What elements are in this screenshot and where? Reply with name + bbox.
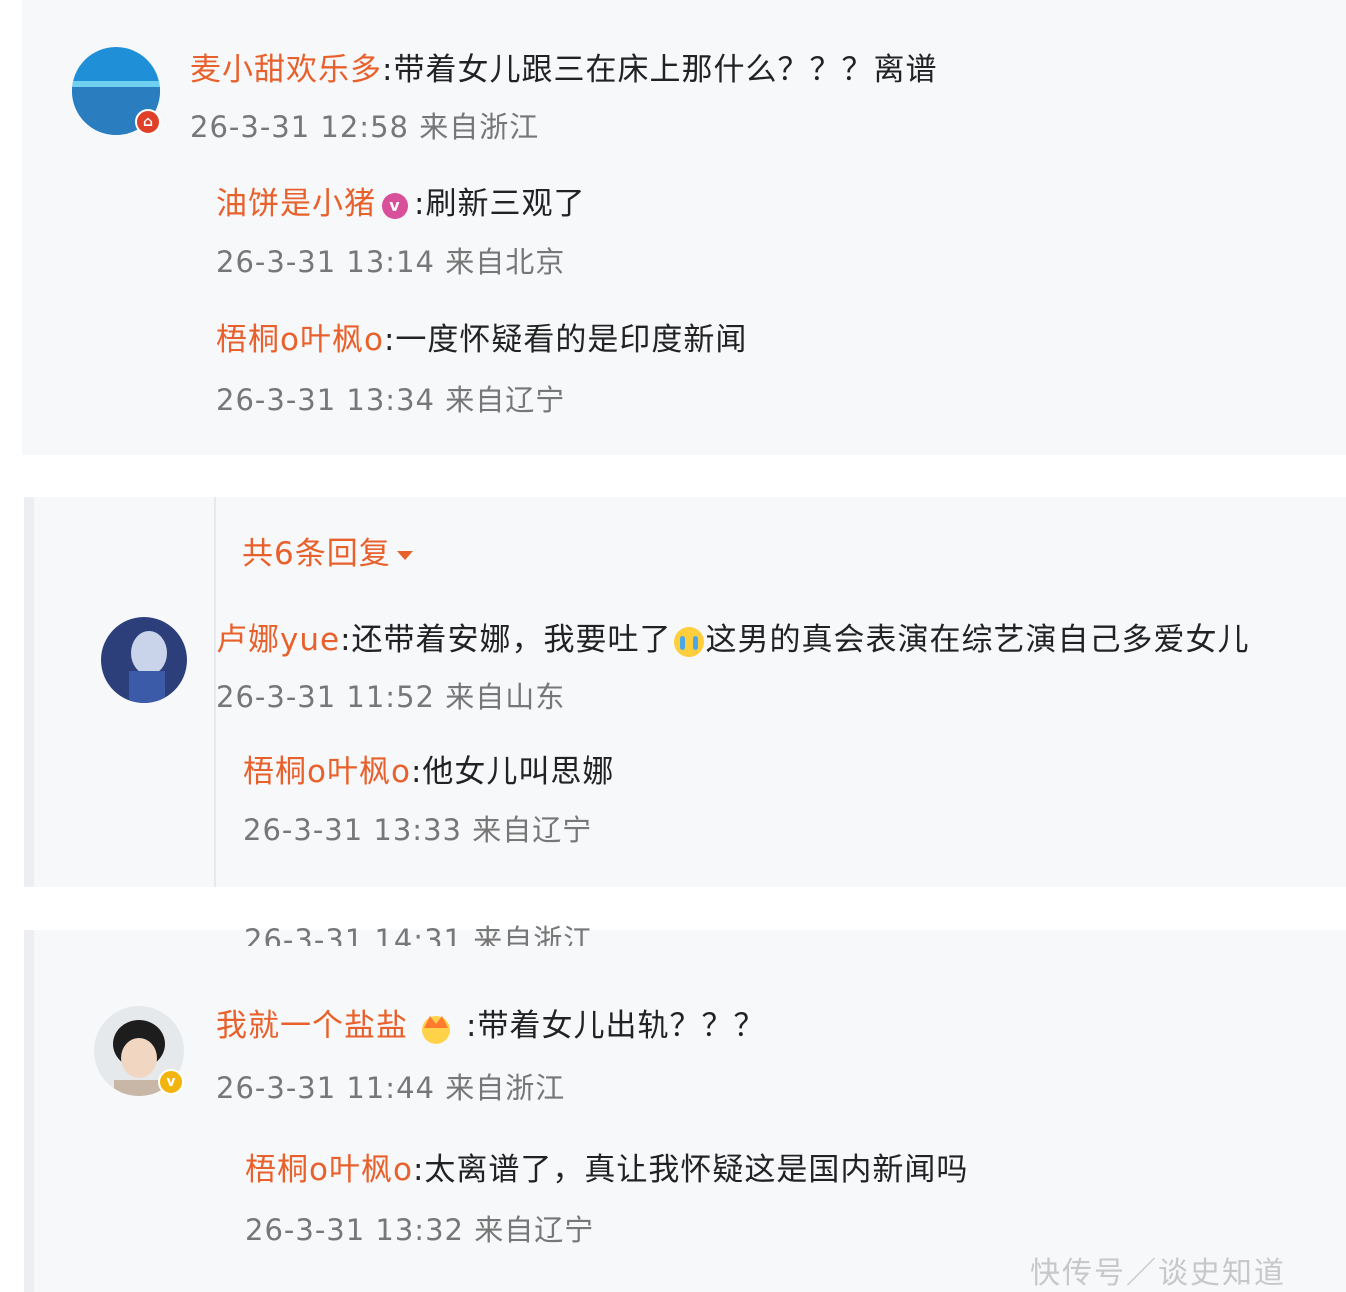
comment-text: :还带着安娜，我要吐了 [340,622,672,658]
cut-off-meta: 26-3-31 14:31 来自浙江 [244,923,594,946]
reply-line: 油饼是小猪 v:刷新三观了 [216,184,585,224]
comment-meta: 26-3-31 12:58 来自浙江 [190,110,540,144]
reply-line: 梧桐o叶枫o:一度怀疑看的是印度新闻 [216,320,747,360]
comment-line: 麦小甜欢乐多:带着女儿跟三在床上那什么？？？离谱 [190,50,937,90]
comment-meta: 26-3-31 11:52 来自山东 [216,680,566,714]
reply-text: :他女儿叫思娜 [410,754,615,790]
crying-emoji-icon [673,626,704,657]
comment-text: 这男的真会表演在综艺演自己多爱女儿 [705,622,1250,658]
reply-meta: 26-3-31 13:34 来自辽宁 [216,383,566,417]
reply-text: :太离谱了，真让我怀疑这是国内新闻吗 [412,1152,969,1188]
reply-username[interactable]: 梧桐o叶枫o [245,1152,413,1188]
reply-username[interactable]: 梧桐o叶枫o [216,322,384,358]
reply-text: :一度怀疑看的是印度新闻 [383,322,748,358]
comment-text: :带着女儿出轨？？？ [466,1008,766,1044]
vip-badge-icon: v [382,192,408,219]
comment-meta: 26-3-31 11:44 来自浙江 [216,1071,566,1105]
comment-line: 我就一个盐盐 :带着女儿出轨？？？ [216,1006,765,1046]
verified-badge-icon: v [158,1069,184,1095]
reply-meta: 26-3-31 13:33 来自辽宁 [243,813,593,847]
home-badge-icon: ⌂ [135,109,161,135]
reply-username[interactable]: 梧桐o叶枫o [243,754,411,790]
replies-toggle-link[interactable]: 共6条回复 [242,528,413,573]
avatar[interactable] [101,617,187,703]
comment-username[interactable]: 我就一个盐盐 [216,1008,408,1044]
comment-line: 卢娜yue:还带着安娜，我要吐了 这男的真会表演在综艺演自己多爱女儿 [216,620,1250,660]
reply-meta: 26-3-31 13:14 来自北京 [216,245,566,279]
reply-meta: 26-3-31 13:32 来自辽宁 [245,1213,595,1247]
reply-username[interactable]: 油饼是小猪 [216,186,376,222]
comment-thread-3 [24,930,1346,1292]
reply-line: 梧桐o叶枫o:他女儿叫思娜 [243,752,614,792]
comment-text: :带着女儿跟三在床上那什么？？？离谱 [382,52,938,88]
caret-down-icon [396,551,413,560]
replies-toggle-label: 共6条回复 [242,536,391,572]
comment-username[interactable]: 卢娜yue [216,622,340,658]
crown-badge-icon [418,1010,454,1046]
comment-username[interactable]: 麦小甜欢乐多 [190,52,382,88]
reply-line: 梧桐o叶枫o:太离谱了，真让我怀疑这是国内新闻吗 [245,1150,968,1190]
reply-text: :刷新三观了 [414,186,586,222]
watermark: 快传号／谈史知道 [1030,1256,1286,1291]
